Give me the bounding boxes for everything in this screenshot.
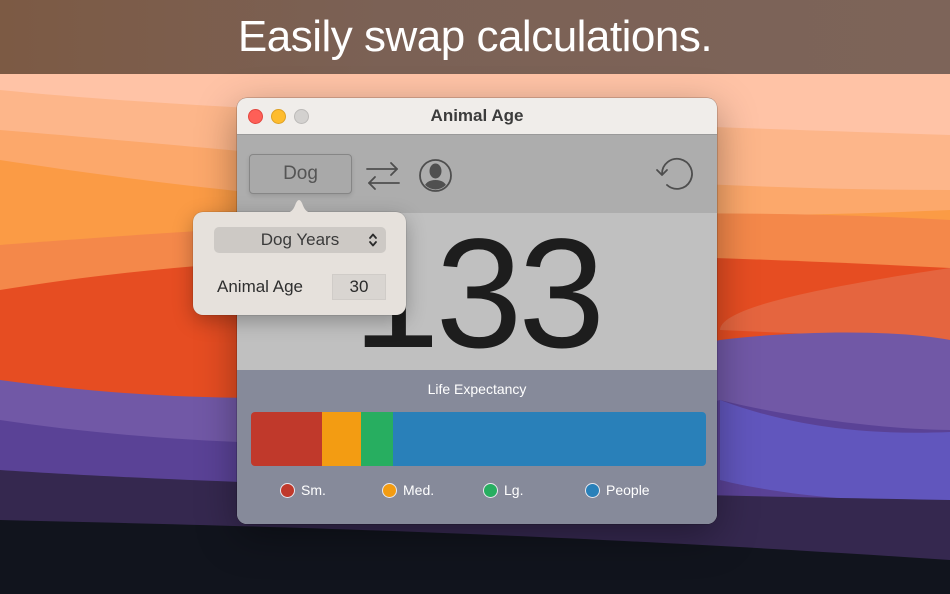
legend-item: Med. (382, 482, 434, 498)
legend-label: Lg. (504, 482, 524, 498)
legend-color-dot (280, 482, 295, 498)
unit-select-value: Dog Years (260, 230, 340, 249)
zoom-window-button[interactable] (294, 109, 309, 124)
window-title: Animal Age (430, 106, 524, 125)
popover-arrow (283, 200, 315, 213)
life-bar-segment-sm (251, 412, 322, 466)
window-controls (248, 109, 309, 124)
animal-age-label: Animal Age (217, 277, 303, 296)
up-down-chevron-icon (369, 233, 377, 247)
animal-age-input[interactable] (332, 274, 386, 300)
legend-item: Lg. (483, 482, 523, 498)
life-bar-segment-med (321, 412, 362, 466)
swap-arrows-icon[interactable] (364, 159, 402, 193)
life-bar-segment-lg (361, 412, 393, 466)
promo-headline: Easily swap calculations. (237, 12, 713, 61)
legend-color-dot (585, 482, 600, 498)
minimize-window-button[interactable] (271, 109, 286, 124)
legend-item: Sm. (280, 482, 326, 498)
life-expectancy-title: Life Expectancy (427, 381, 527, 397)
counterclockwise-reset-icon[interactable] (655, 157, 697, 193)
legend-color-dot (483, 482, 498, 498)
legend-label: Med. (403, 482, 435, 498)
life-expectancy-panel: Life Expectancy Sm. Med. Lg. People (237, 370, 717, 524)
person-circle-icon[interactable] (418, 158, 453, 193)
legend-item: People (585, 482, 650, 498)
life-expectancy-legend: Sm. Med. Lg. People (237, 482, 717, 502)
unit-select[interactable]: Dog Years (214, 227, 386, 253)
legend-color-dot (382, 482, 397, 498)
promo-banner: Easily swap calculations. (0, 0, 950, 74)
legend-label: People (606, 482, 650, 498)
settings-popover: Dog Years Animal Age (193, 200, 406, 315)
life-bar-segment-people (392, 412, 706, 466)
close-window-button[interactable] (248, 109, 263, 124)
life-expectancy-bar (251, 412, 706, 466)
title-bar[interactable]: Animal Age (237, 98, 717, 135)
legend-label: Sm. (301, 482, 326, 498)
species-button[interactable]: Dog (249, 154, 352, 194)
